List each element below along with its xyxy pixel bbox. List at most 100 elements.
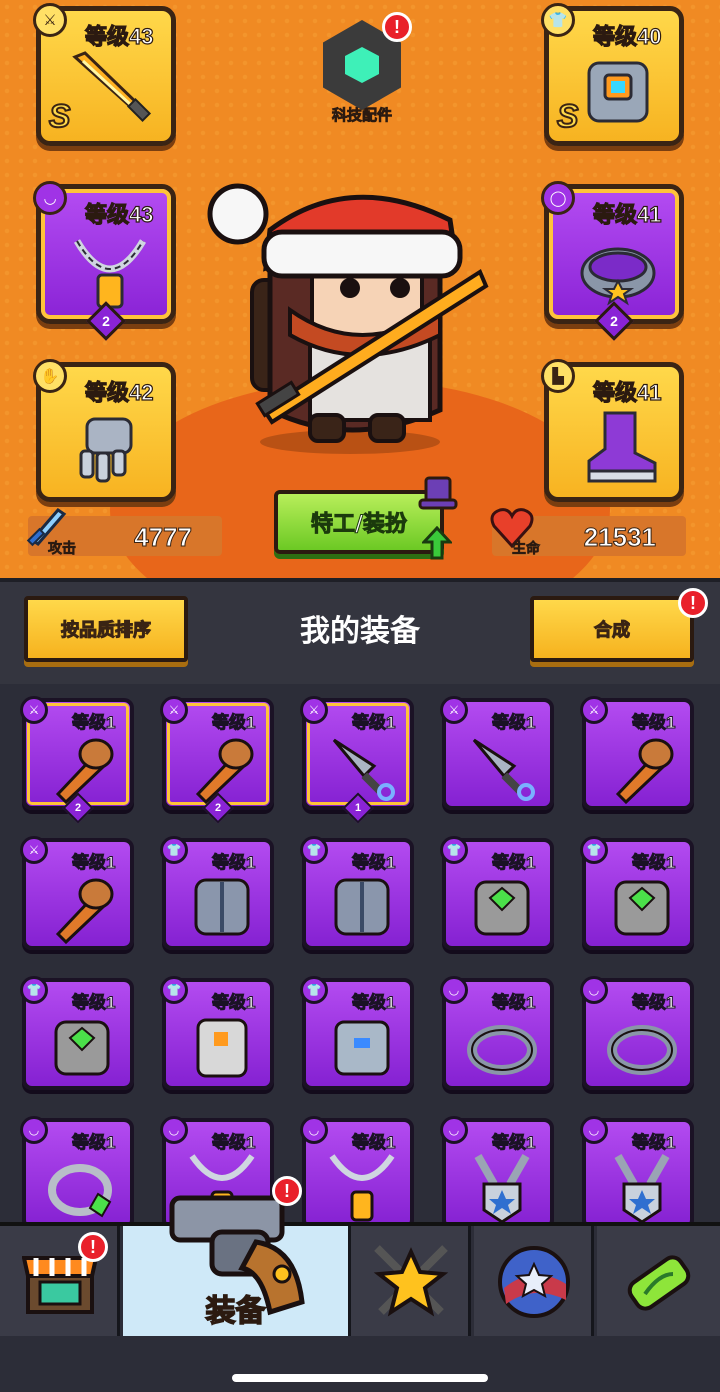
tech-alert-icon: ! [382,12,412,42]
star-ball-icon [498,1246,570,1318]
sort-by-quality-button[interactable]: 按品质排序 [24,596,188,662]
slot-level: 等级42 [84,379,154,405]
inventory-item[interactable]: ◡ 等级1 [580,976,694,1090]
necklace-category-icon: ◡ [33,181,67,215]
slot-level: 等级43 [84,23,154,49]
inventory-item[interactable]: 👕 等级1 [20,976,134,1090]
nav-tab-talents[interactable] [351,1226,471,1336]
slot-necklace[interactable]: ◡ 等级43 2 [33,181,176,341]
slot-level: 等级40 [592,23,662,49]
mech-armor-icon [587,61,649,123]
inventory-grid[interactable]: ⚔ 等级1 2 ⚔ 等级1 2 ⚔ 等级1 1 ⚔ 等级1 ⚔ 等级1 ⚔ 等级1 👕 等级1 👕 等级1 👕 等级1 👕… [0,684,720,1224]
gem-ring-icon [48,1164,112,1218]
necklace-category-icon: ◡ [160,1116,188,1144]
hp-value: 21531 [583,522,656,553]
glove-category-icon: ✋ [33,359,67,393]
inventory-item[interactable]: ⚔ 等级1 1 [300,696,414,824]
inventory-item[interactable]: ◡ 等级1 [440,1116,554,1224]
belt-category-icon: ◯ [541,181,575,215]
dagger-category-icon: ⚔ [20,696,48,724]
shirt-category-icon: 👕 [300,976,328,1004]
necklace-category-icon: ◡ [440,976,468,1004]
hp-label: 生命 [512,541,541,558]
gem-vest-icon [474,880,530,936]
plate-vest-icon [196,1018,248,1078]
slot-level: 等级41 [592,201,662,227]
hp-stat: 生命 21531 [490,508,686,558]
dagger-category-icon: ⚔ [160,696,188,724]
inventory-item[interactable]: ◡ 等级1 [300,1116,414,1224]
attack-value: 4777 [134,522,193,553]
necklace-category-icon: ◡ [440,1116,468,1144]
dagger-category-icon: ⚔ [580,696,608,724]
slot-weapon[interactable]: ⚔ 等级43 S [33,3,176,146]
inventory-item[interactable]: 👕 等级1 [300,976,414,1090]
inventory-item[interactable]: 👕 等级1 [160,836,274,950]
inventory-item[interactable]: ⚔ 等级1 [20,836,134,950]
home-indicator[interactable] [232,1374,488,1382]
gem-vest-icon [614,880,670,936]
shirt-category-icon: 👕 [160,836,188,864]
chain-necklace-icon [73,239,147,309]
top-hat-icon [418,476,458,510]
rank-badge: S [556,97,579,135]
inventory-item[interactable]: ◡ 等级1 [580,1116,694,1224]
slot-belt[interactable]: ◯ 等级41 2 [541,181,684,341]
robot-gauntlet-icon [79,417,133,483]
slot-boots[interactable]: ▙ 等级41 [541,359,684,502]
inventory-item[interactable]: ⚔ 等级1 2 [20,696,134,824]
inventory-item[interactable]: ⚔ 等级1 [440,696,554,810]
inventory-item[interactable]: 👕 等级1 [300,836,414,950]
shop-alert-icon: ! [78,1232,108,1262]
torch-icon [55,878,114,945]
nav-tab-pets[interactable] [474,1226,594,1336]
purple-boot-icon [587,411,657,483]
bottom-nav: ! 装备 ! [0,1176,720,1392]
blue-vest-icon [334,1020,390,1076]
hero-area: ⚔ 等级43 S 👕 等级40 S ◡ 等级43 2 ◯ 等级41 2 ✋ 等级… [0,0,720,578]
shirt-category-icon: 👕 [580,836,608,864]
boot-category-icon: ▙ [541,359,575,393]
spiked-belt-icon [580,247,656,306]
necklace-category-icon: ◡ [580,976,608,1004]
panel-title: 我的装备 [300,614,420,649]
slot-level: 等级41 [592,379,662,405]
inventory-item[interactable]: ⚔ 等级1 [580,696,694,810]
attack-label: 攻击 [48,541,77,558]
merge-button-label: 合成 [594,620,631,642]
inventory-item[interactable]: ◡ 等级1 [20,1116,134,1224]
kunai-icon [332,738,395,801]
spike-collar-icon [607,1025,677,1075]
necklace-category-icon: ◡ [300,1116,328,1144]
inventory-item[interactable]: ⚔ 等级1 2 [160,696,274,824]
merge-button[interactable]: 合成 [530,596,694,662]
steel-armor-icon [194,878,250,936]
spike-collar-icon [467,1025,537,1075]
flame-sword-icon [72,51,152,123]
kunai-icon [472,738,535,801]
star-medal-icon [614,1154,670,1224]
dagger-category-icon: ⚔ [300,696,328,724]
inventory-item[interactable]: 👕 等级1 [580,836,694,950]
slot-armor[interactable]: 👕 等级40 S [541,3,684,146]
agent-costume-label: 特工/装扮 [310,512,408,538]
nav-tab-evolve[interactable] [597,1226,720,1336]
star-medal-icon [474,1154,530,1224]
gem-vest-icon [54,1020,110,1076]
steel-armor-icon [334,878,390,936]
equipment-alert-icon: ! [272,1176,302,1206]
necklace-category-icon: ◡ [20,1116,48,1144]
dagger-category-icon: ⚔ [33,3,67,37]
torch-icon [195,738,254,805]
inventory-item[interactable]: 👕 等级1 [440,836,554,950]
slot-level: 等级43 [84,201,154,227]
slot-glove[interactable]: ✋ 等级42 [33,359,176,502]
merge-alert-icon: ! [678,588,708,618]
inventory-item[interactable]: 👕 等级1 [160,976,274,1090]
necklace-category-icon: ◡ [580,1116,608,1144]
shirt-category-icon: 👕 [440,836,468,864]
shirt-category-icon: 👕 [300,836,328,864]
hero-character[interactable] [200,160,500,460]
shirt-category-icon: 👕 [541,3,575,37]
inventory-item[interactable]: ◡ 等级1 [440,976,554,1090]
